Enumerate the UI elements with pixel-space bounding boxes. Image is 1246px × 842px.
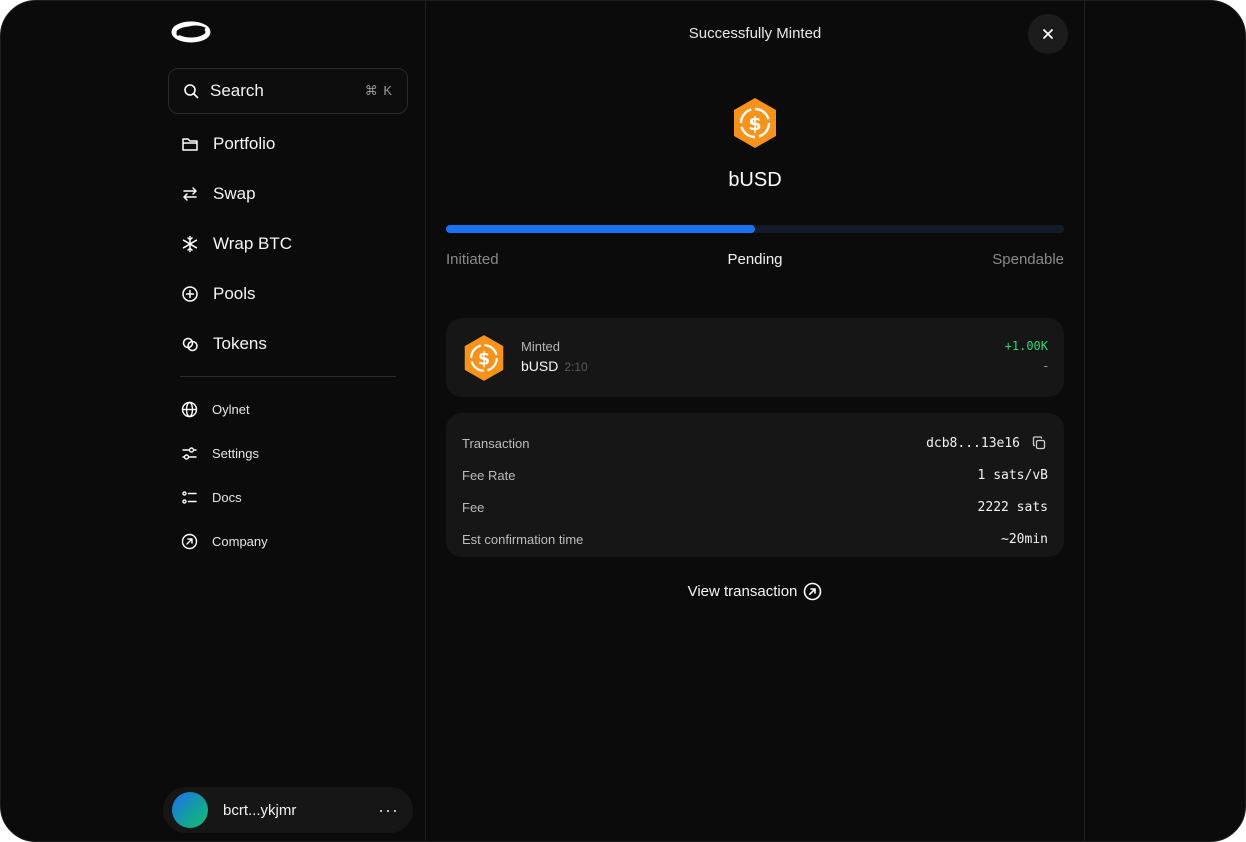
nav-label: Tokens (213, 334, 267, 353)
step-pending: Pending (727, 251, 783, 268)
app-window: Search ⌘ K Portfolio Swap Wrap BTC Pools… (0, 0, 1246, 842)
nav-label: Wrap BTC (213, 234, 293, 253)
view-transaction-link[interactable]: View transaction (426, 582, 1084, 601)
subnav-label: Settings (212, 445, 259, 461)
busd-token-icon: $ (734, 98, 776, 148)
minted-label: Minted (521, 339, 561, 354)
progress-fill (446, 225, 755, 233)
detail-row-fee-rate: Fee Rate 1 sats/vB (462, 459, 1048, 491)
minted-time: 2:10 (564, 360, 588, 374)
close-button[interactable] (1028, 14, 1068, 54)
minted-token-row: bUSD 2:10 (521, 358, 588, 374)
nav-label: Portfolio (213, 134, 276, 153)
subnav-item-oylnet[interactable]: Oylnet (168, 387, 408, 431)
app-logo-icon[interactable] (171, 19, 211, 45)
avatar (172, 792, 208, 828)
minted-token-name: bUSD (521, 358, 559, 374)
panel-title: Successfully Minted (688, 25, 822, 42)
detail-label: Fee Rate (462, 467, 516, 483)
account-chip[interactable]: bcrt...ykjmr ··· (163, 787, 413, 833)
subnav-item-docs[interactable]: Docs (168, 475, 408, 519)
subnav-item-settings[interactable]: Settings (168, 431, 408, 475)
subnav-label: Company (212, 533, 268, 549)
svg-text:$: $ (478, 349, 490, 369)
nav-item-pools[interactable]: Pools (168, 269, 408, 319)
arrow-up-right-circle-icon (181, 533, 198, 550)
copy-icon[interactable] (1032, 436, 1046, 450)
minted-amount: +1.00K (1004, 339, 1048, 353)
swap-arrows-icon (181, 185, 199, 203)
detail-value: dcb8...13e16 (926, 436, 1048, 451)
nav-item-wrap-btc[interactable]: Wrap BTC (168, 219, 408, 269)
more-options-icon[interactable]: ··· (378, 800, 399, 821)
step-spendable: Spendable (992, 251, 1064, 268)
detail-label: Transaction (462, 435, 530, 451)
token-name: bUSD (728, 169, 782, 191)
close-icon (1043, 29, 1053, 39)
subnav-label: Docs (212, 489, 242, 505)
svg-text:$: $ (748, 113, 761, 135)
search-bar[interactable]: Search ⌘ K (168, 68, 408, 114)
minted-token-card: $ Minted bUSD 2:10 +1.00K - (446, 318, 1064, 397)
arrow-up-right-circle-icon (804, 582, 822, 601)
wallet-address: bcrt...ykjmr (223, 801, 297, 819)
search-shortcut: ⌘ K (364, 83, 393, 98)
nav-label: Pools (213, 284, 256, 303)
main-nav: Portfolio Swap Wrap BTC Pools Tokens (168, 119, 408, 369)
detail-value: 2222 sats (977, 499, 1048, 515)
view-transaction-label: View transaction (687, 583, 798, 600)
detail-label: Fee (462, 499, 485, 515)
detail-value: ~20min (1001, 531, 1048, 547)
sidebar-divider (180, 376, 396, 377)
subnav-label: Oylnet (212, 401, 250, 417)
sliders-icon (181, 445, 198, 462)
detail-row-est-confirmation: Est confirmation time ~20min (462, 523, 1048, 555)
detail-label: Est confirmation time (462, 531, 584, 547)
search-label: Search (210, 81, 264, 100)
list-icon (181, 489, 198, 506)
coins-icon (181, 335, 199, 353)
detail-row-fee: Fee 2222 sats (462, 491, 1048, 523)
busd-token-icon: $ (464, 335, 504, 381)
detail-row-transaction: Transaction dcb8...13e16 (462, 427, 1048, 459)
snowflake-icon (181, 235, 199, 253)
nav-label: Swap (213, 184, 256, 203)
nav-item-portfolio[interactable]: Portfolio (168, 119, 408, 169)
detail-value: 1 sats/vB (977, 467, 1048, 483)
transaction-details: Transaction dcb8...13e16 Fee Rate 1 sats… (446, 413, 1064, 557)
secondary-nav: Oylnet Settings Docs Company (168, 387, 408, 563)
transaction-hash: dcb8...13e16 (926, 435, 1020, 451)
search-icon (184, 84, 199, 99)
plus-circle-icon (181, 285, 199, 303)
mint-success-panel: Successfully Minted $ bUSD Initiated Pen… (426, 1, 1084, 841)
minted-secondary-value: - (1043, 358, 1048, 373)
progress-bar (446, 225, 1064, 233)
panel-border (1084, 1, 1085, 841)
globe-icon (181, 401, 198, 418)
folder-icon (181, 135, 199, 153)
subnav-item-company[interactable]: Company (168, 519, 408, 563)
sidebar: Search ⌘ K Portfolio Swap Wrap BTC Pools… (1, 1, 425, 841)
nav-item-tokens[interactable]: Tokens (168, 319, 408, 369)
nav-item-swap[interactable]: Swap (168, 169, 408, 219)
